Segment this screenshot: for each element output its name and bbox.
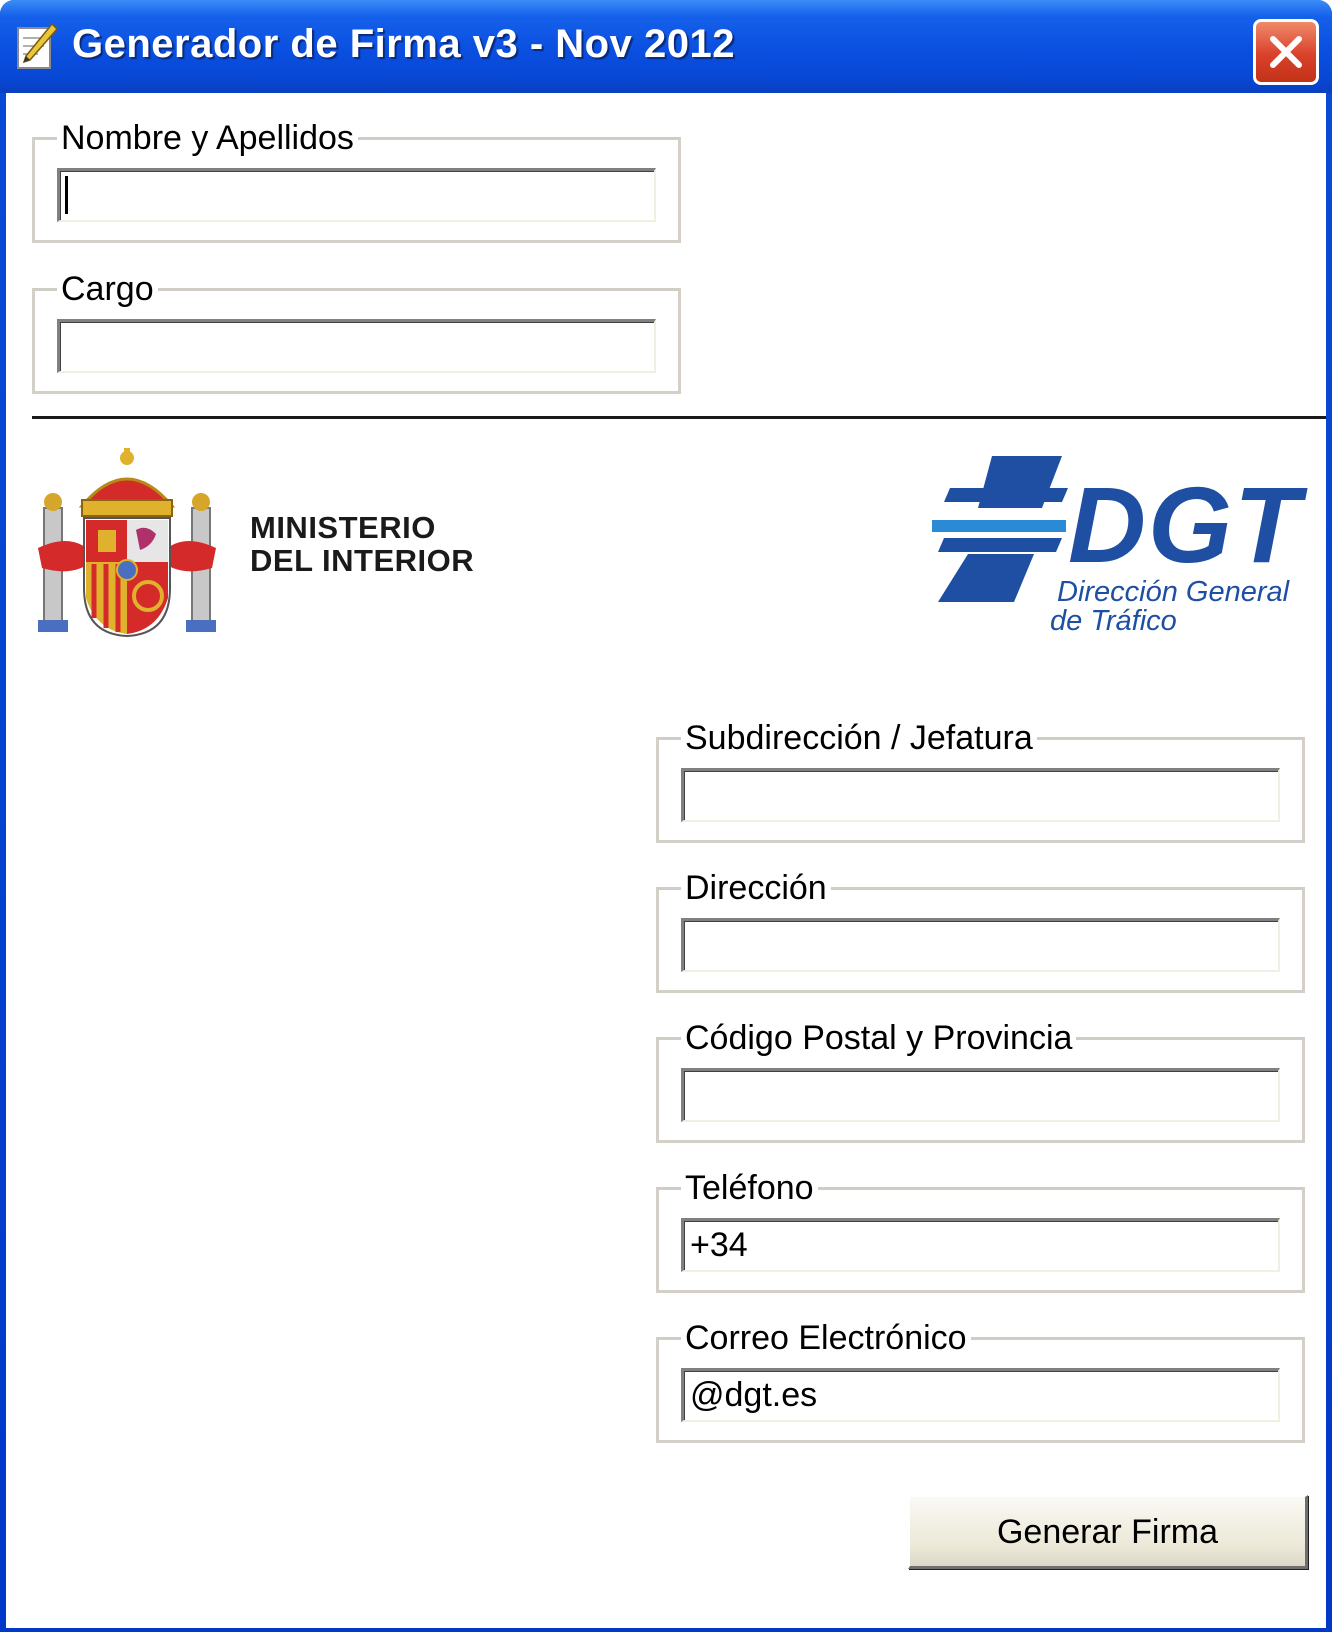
dgt-wordmark: DGT xyxy=(1068,464,1302,585)
cargo-label: Cargo xyxy=(57,269,158,309)
cargo-input[interactable] xyxy=(57,319,656,373)
ministry-line-1: MINISTERIO xyxy=(250,510,436,545)
dgt-subtitle-line-2: de Tráfico xyxy=(1050,605,1177,637)
nombre-label: Nombre y Apellidos xyxy=(57,118,358,158)
group-subdireccion: Subdirección / Jefatura xyxy=(656,718,1305,843)
ministry-line-2: DEL INTERIOR xyxy=(250,543,475,578)
close-icon xyxy=(1270,36,1302,68)
subdireccion-label: Subdirección / Jefatura xyxy=(681,718,1037,758)
close-button[interactable] xyxy=(1253,19,1319,85)
codigo-postal-input[interactable] xyxy=(681,1068,1280,1122)
app-window: Generador de Firma v3 - Nov 2012 Nombre … xyxy=(0,0,1332,1632)
generate-signature-button[interactable]: Generar Firma xyxy=(908,1495,1308,1569)
direccion-label: Dirección xyxy=(681,868,831,908)
telefono-input[interactable] xyxy=(681,1218,1280,1272)
group-cargo: Cargo xyxy=(32,269,681,394)
correo-input[interactable] xyxy=(681,1368,1280,1422)
pen-paper-icon xyxy=(17,22,58,69)
nombre-input[interactable] xyxy=(57,168,656,222)
dgt-cross-logo xyxy=(932,456,1068,602)
group-direccion: Dirección xyxy=(656,868,1305,993)
window-title: Generador de Firma v3 - Nov 2012 xyxy=(72,22,735,66)
group-nombre: Nombre y Apellidos xyxy=(32,118,681,243)
codigo-postal-label: Código Postal y Provincia xyxy=(681,1018,1077,1058)
group-telefono: Teléfono xyxy=(656,1168,1305,1293)
coat-of-arms-emblem xyxy=(38,448,216,638)
title-bar[interactable]: Generador de Firma v3 - Nov 2012 xyxy=(0,0,1332,93)
group-codigo-postal: Código Postal y Provincia xyxy=(656,1018,1305,1143)
divider xyxy=(32,416,1326,419)
direccion-input[interactable] xyxy=(681,918,1280,972)
subdireccion-input[interactable] xyxy=(681,768,1280,822)
telefono-label: Teléfono xyxy=(681,1168,818,1208)
correo-label: Correo Electrónico xyxy=(681,1318,971,1358)
text-caret xyxy=(65,176,68,214)
group-correo: Correo Electrónico xyxy=(656,1318,1305,1443)
